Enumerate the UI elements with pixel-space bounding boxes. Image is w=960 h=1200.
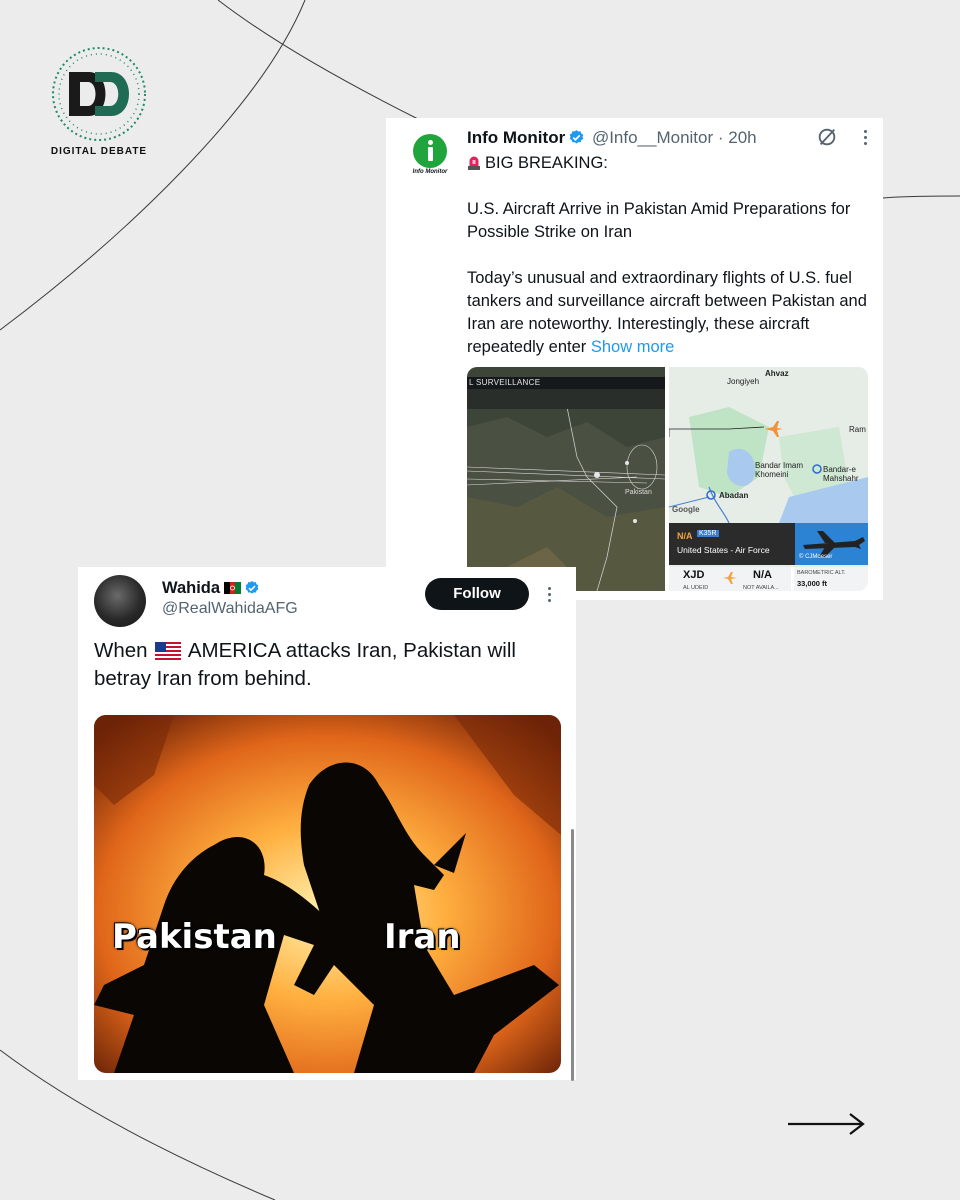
aircraft-operator: United States - Air Force [677,545,770,555]
avatar-info-monitor[interactable]: Info Monitor [408,134,452,175]
show-more-link[interactable]: Show more [591,338,674,356]
brand-name: DIGITAL DEBATE [50,146,148,157]
account-handle[interactable]: @Info__Monitor [592,128,713,147]
map-label-bandar-mahshahr: Bandar-e Mahshahr [823,465,859,483]
tweet-paragraph-2: Today’s unusual and extraordinary flight… [467,267,867,359]
destination-code: N/A [753,569,772,581]
map-label-abadan: Abadan [719,491,749,500]
scrollbar[interactable] [571,829,574,1081]
altitude-cell: BAROMETRIC ALT. 33,000 ft [794,567,868,591]
origin-name: AL UDEID [683,585,709,591]
tweet-time[interactable]: · 20h [718,128,757,147]
tweet2-header: Wahida [162,577,262,599]
aircraft-type-badge: K35R [697,530,719,537]
afghanistan-flag-icon [224,582,242,594]
route-cell: XJD AL UDEID N/A NOT AVAILA... [669,567,791,591]
info-icon [413,134,447,168]
google-watermark: Google [672,505,700,514]
next-arrow-icon[interactable] [786,1110,866,1138]
tweet-headline: BIG BREAKING: [485,154,608,172]
follow-button[interactable]: Follow [425,578,529,610]
account-name[interactable]: Wahida [162,579,220,597]
tweet-paragraph-1: U.S. Aircraft Arrive in Pakistan Amid Pr… [467,200,851,241]
flight-info-card[interactable]: N/A K35R United States - Air Force © CJM… [669,523,868,565]
map-label-bandar-imam: Bandar Imam Khomeini [755,461,804,479]
origin-code: XJD [683,569,705,581]
photo-credit: © CJMoeser [799,554,833,560]
tweet-card-wahida[interactable]: Wahida @RealWahidaAFG Follow When AMERIC… [78,567,576,1081]
tweet-header: Info Monitor @Info__Monitor · 20h [467,126,757,150]
fire-silhouette-illustration [94,715,561,1073]
altitude-value: 33,000 ft [797,579,828,588]
more-options-icon[interactable] [548,587,551,602]
verified-badge-icon [569,130,584,144]
map-toolbar [467,389,665,409]
altitude-label: BAROMETRIC ALT. [797,570,846,576]
more-options-icon[interactable] [864,129,867,145]
tweet-actions-top [816,126,867,148]
meme-image[interactable]: Pakistan Iran [94,715,561,1073]
avatar-caption: Info Monitor [412,169,448,175]
map-label-ram: Ram [849,425,866,434]
account-handle[interactable]: @RealWahidaAFG [162,600,298,618]
brand-logo: DIGITAL DEBATE [44,44,154,157]
flight-status: N/A [677,531,693,541]
tweet-text: When AMERICA attacks Iran, Pakistan will… [94,637,554,693]
tweet-media[interactable]: L SURVEILLANCE Pakistan Ahvaz Jongiyeh R… [467,367,868,591]
siren-icon [468,156,480,170]
tweet-text-start: When [94,639,148,662]
map-label-ahvaz: Ahvaz [765,369,789,378]
route-plane-icon [723,572,737,584]
account-name[interactable]: Info Monitor [467,128,565,147]
flight-tracker-map-image[interactable]: Ahvaz Jongiyeh Ram Bandar Imam Khomeini … [669,367,868,591]
dd-logo-icon [52,47,146,141]
verified-badge-icon [245,581,259,594]
surveillance-header: L SURVEILLANCE [467,377,665,389]
flight-route-bar: XJD AL UDEID N/A NOT AVAILA... BAROMETRI… [669,567,868,591]
tweet-body: BIG BREAKING: U.S. Aircraft Arrive in Pa… [467,152,867,359]
avatar-wahida[interactable] [94,575,146,627]
map-label-jongiyeh: Jongiyeh [727,377,760,386]
meme-label-iran: Iran [384,917,461,957]
destination-name: NOT AVAILA... [743,585,779,591]
us-flag-icon [155,642,182,660]
meme-label-pakistan: Pakistan [112,917,277,957]
grok-icon[interactable] [816,126,838,148]
surveillance-map-image[interactable]: L SURVEILLANCE Pakistan [467,367,665,591]
tweet-headline-line: BIG BREAKING: [467,152,867,175]
map-label-pakistan: Pakistan [625,489,652,496]
tweet-card-info-monitor[interactable]: Info Monitor Info Monitor @Info__Monitor… [386,118,883,600]
